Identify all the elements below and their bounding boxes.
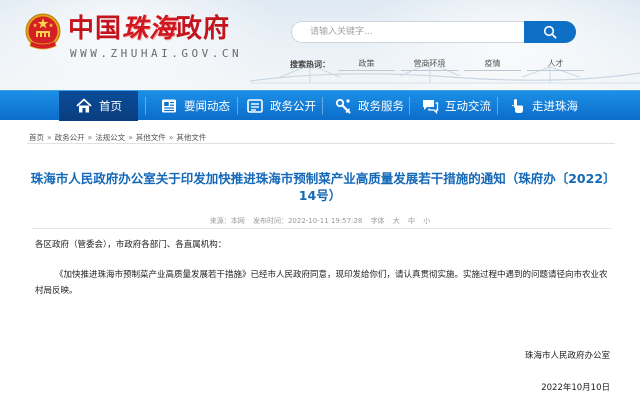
hot-word-link[interactable]: 营商环境	[401, 58, 458, 71]
site-name-city: 珠海	[122, 14, 177, 44]
article-title: 珠海市人民政府办公室关于印发加快推进珠海市预制菜产业高质量发展若干措施的通知（珠…	[30, 171, 610, 203]
breadcrumb: 首页» 政务公开» 法规公文» 其他文件» 其他文件	[29, 132, 206, 143]
breadcrumb-link[interactable]: 首页	[29, 133, 44, 142]
breadcrumb-link[interactable]: 法规公文	[95, 133, 125, 142]
nav-divider	[237, 97, 238, 115]
meta-publish-time: 发布时间：2022-10-11 19:57:28	[253, 217, 362, 225]
national-emblem-icon	[25, 13, 61, 50]
article-salutation: 各区政府（管委会），市政府各部门、各直属机构：	[35, 240, 227, 250]
search-input[interactable]	[291, 21, 524, 43]
nav-item-news[interactable]: 要闻动态	[160, 91, 230, 121]
nav-item-label: 政务公开	[270, 99, 316, 113]
search-button[interactable]	[524, 21, 576, 43]
nav-item-label: 走进珠海	[532, 99, 578, 113]
meta-divider	[32, 228, 612, 229]
open-gov-icon	[247, 99, 263, 113]
nav-item-service[interactable]: 政务服务	[334, 91, 404, 121]
chat-icon	[423, 100, 439, 115]
search-bar	[291, 21, 576, 43]
breadcrumb-link[interactable]: 政务公开	[55, 133, 85, 142]
main-nav: 首页 要闻动态 政务公开 政务服务 互动交流 走进珠海	[0, 90, 640, 121]
meta-font-label: 字体	[370, 217, 385, 225]
home-icon	[76, 98, 92, 113]
nav-divider	[497, 97, 498, 115]
font-size-medium-button[interactable]: 中	[408, 217, 415, 225]
article-date: 2022年10月10日	[541, 383, 610, 393]
breadcrumb-separator: »	[87, 133, 93, 142]
hot-word-link[interactable]: 政策	[338, 58, 395, 71]
breadcrumb-link[interactable]: 其他文件	[176, 133, 206, 142]
nav-item-visit[interactable]: 走进珠海	[508, 91, 578, 121]
font-size-large-button[interactable]: 大	[393, 217, 400, 225]
nav-divider	[322, 97, 323, 115]
site-url: WWW.ZHUHAI.GOV.CN	[70, 47, 243, 60]
visit-icon	[512, 99, 523, 113]
meta-time-value: 2022-10-11 19:57:28	[287, 217, 363, 225]
article-signature: 珠海市人民政府办公室	[524, 351, 610, 361]
site-header: 中国珠海政府 WWW.ZHUHAI.GOV.CN 搜索热词： 政策 营商环境 疫…	[0, 0, 640, 90]
breadcrumb-separator: »	[47, 133, 52, 142]
nav-item-label: 要闻动态	[184, 99, 230, 113]
breadcrumb-divider	[27, 143, 615, 144]
site-name-part: 政府	[176, 14, 231, 44]
nav-item-label: 互动交流	[445, 99, 491, 113]
nav-item-label: 政务服务	[358, 99, 404, 113]
meta-source-label: 来源：	[209, 217, 231, 225]
meta-source-value: 本网	[230, 217, 245, 225]
breadcrumb-separator: »	[168, 133, 174, 142]
article-paragraph: 《加快推进珠海市预制菜产业高质量发展若干措施》已经市人民政府同意，现印发给你们，…	[35, 270, 608, 296]
hot-search-words: 搜索热词： 政策 营商环境 疫情 人才	[290, 58, 590, 71]
nav-divider	[409, 97, 410, 115]
news-icon	[162, 99, 176, 113]
article-meta: 来源：本网 发布时间：2022-10-11 19:57:28 字体 大 中 小	[0, 216, 640, 226]
meta-time-label: 发布时间：	[252, 217, 288, 225]
nav-item-open-gov[interactable]: 政务公开	[246, 91, 316, 121]
site-name[interactable]: 中国珠海政府	[68, 14, 230, 44]
breadcrumb-link[interactable]: 其他文件	[136, 133, 166, 142]
nav-item-home[interactable]: 首页	[59, 91, 138, 121]
nav-item-interact[interactable]: 互动交流	[421, 91, 491, 121]
nav-divider	[145, 97, 146, 115]
font-size-small-button[interactable]: 小	[423, 217, 430, 225]
nav-item-label: 首页	[99, 99, 122, 113]
meta-source: 来源：本网	[210, 217, 245, 225]
hot-word-link[interactable]: 人才	[527, 58, 584, 71]
hot-word-link[interactable]: 疫情	[464, 58, 521, 71]
hot-search-label: 搜索热词：	[290, 59, 330, 69]
breadcrumb-separator: »	[128, 133, 133, 142]
site-name-part: 中国	[68, 14, 123, 44]
service-icon	[335, 98, 351, 114]
search-icon	[543, 25, 557, 39]
